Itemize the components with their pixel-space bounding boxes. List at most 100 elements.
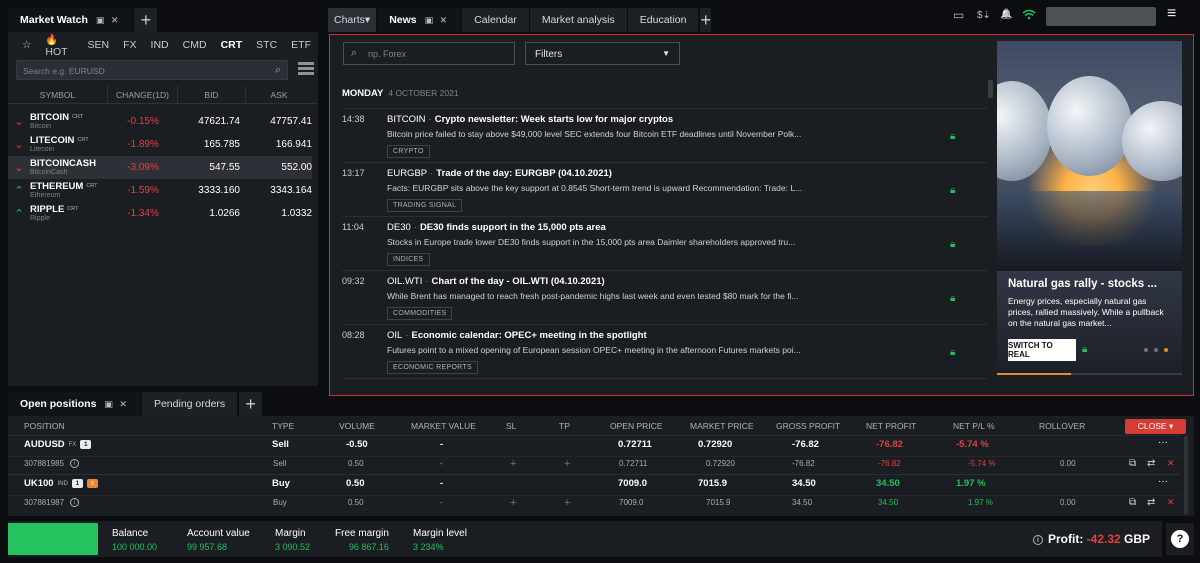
- account-selector[interactable]: [1046, 7, 1156, 26]
- col-header[interactable]: VOLUME: [339, 419, 375, 433]
- remove-cell[interactable]: ✕: [1167, 458, 1175, 469]
- favorites-star-icon[interactable]: ☆: [22, 39, 38, 51]
- swap-cell[interactable]: ⇄: [1147, 458, 1155, 469]
- col-header[interactable]: MARKET VALUE: [411, 419, 476, 433]
- tp-cell[interactable]: +: [564, 458, 570, 470]
- bell-icon[interactable]: 🔔: [1000, 9, 1012, 20]
- tab-positions-controls-icon[interactable]: ▣ ✕: [104, 399, 129, 410]
- col-header[interactable]: TP: [559, 419, 570, 433]
- info-icon[interactable]: i: [1033, 535, 1043, 545]
- news-tag[interactable]: TRADING SIGNAL: [387, 199, 463, 212]
- bid-price[interactable]: 3333.160: [178, 185, 246, 196]
- sl-cell[interactable]: +: [510, 497, 516, 509]
- news-tag[interactable]: COMMODITIES: [387, 307, 453, 320]
- market-row[interactable]: ⌃ RIPPLE CRT Ripple -1.34% 1.0266 1.0332: [8, 202, 312, 225]
- bid-price[interactable]: 547.55: [178, 162, 246, 173]
- category-etf[interactable]: ETF: [284, 39, 318, 51]
- category-stc[interactable]: STC: [249, 39, 284, 51]
- remove-cell[interactable]: ✕: [1167, 497, 1175, 508]
- col-change[interactable]: CHANGE(1D): [108, 86, 178, 103]
- category-cmd[interactable]: CMD: [176, 39, 214, 51]
- ask-price[interactable]: 47757.41: [246, 116, 312, 127]
- switch-to-real-button[interactable]: SWITCH TO REAL: [1008, 339, 1076, 361]
- news-tag[interactable]: ECONOMIC REPORTS: [387, 361, 478, 374]
- position-group-row[interactable]: AUDUSD FX 1: [24, 439, 92, 450]
- bid-price[interactable]: 47621.74: [178, 116, 246, 127]
- market-row[interactable]: ⌄ BITCOINCASH BitcoinCash -3.09% 547.55 552.0…: [8, 156, 312, 179]
- tab-controls-icon[interactable]: ▣ ✕: [96, 15, 121, 26]
- sl-cell[interactable]: +: [510, 458, 516, 470]
- help-button[interactable]: ?: [1166, 523, 1194, 555]
- menu-icon[interactable]: ≡: [1167, 5, 1176, 23]
- category-fx[interactable]: FX: [116, 39, 143, 51]
- symbol-search-input[interactable]: Search e.g. EURUSD ⌕: [16, 60, 288, 80]
- market-row[interactable]: ⌄ LITECOIN CRT Litecoin -1.89% 165.785 166.941: [8, 133, 312, 156]
- add-tp-icon[interactable]: +: [564, 497, 570, 509]
- news-search-input[interactable]: ⌕ np. Forex: [343, 42, 515, 65]
- more-options-icon[interactable]: ···: [1158, 437, 1168, 448]
- col-header[interactable]: OPEN PRICE: [610, 419, 662, 433]
- col-header[interactable]: POSITION: [24, 419, 65, 433]
- add-tp-icon[interactable]: +: [564, 458, 570, 470]
- category-sen[interactable]: SEN: [81, 39, 117, 51]
- category-crt[interactable]: CRT: [214, 39, 250, 51]
- market-row[interactable]: ⌃ ETHEREUM CRT Ethereum -1.59% 3333.160 3343.1…: [8, 179, 312, 202]
- ask-price[interactable]: 3343.164: [246, 185, 312, 196]
- tab-news-controls-icon[interactable]: ▣ ✕: [425, 15, 450, 26]
- news-item[interactable]: 14:38 BITCOIN · Crypto newsletter: Week sta…: [342, 110, 987, 164]
- add-tab-button[interactable]: +: [133, 8, 158, 32]
- col-bid[interactable]: BID: [178, 86, 246, 103]
- col-header[interactable]: MARKET PRICE: [690, 419, 754, 433]
- col-header[interactable]: NET PROFIT: [866, 419, 916, 433]
- tab-calendar[interactable]: Calendar: [462, 8, 530, 32]
- add-sl-icon[interactable]: +: [510, 497, 516, 509]
- col-header[interactable]: TYPE: [272, 419, 294, 433]
- tab-news[interactable]: News ▣ ✕: [377, 8, 463, 32]
- add-main-tab-button[interactable]: +: [699, 8, 711, 32]
- news-tag[interactable]: INDICES: [387, 253, 430, 266]
- close-position-icon[interactable]: ✕: [1167, 458, 1175, 469]
- promo-banner[interactable]: Natural gas rally - stocks ... Energy pr…: [997, 41, 1182, 375]
- col-header[interactable]: GROSS PROFIT: [776, 419, 840, 433]
- copy-cell[interactable]: ⧉: [1129, 458, 1136, 469]
- ask-price[interactable]: 1.0332: [246, 208, 312, 219]
- news-scrollbar[interactable]: [988, 80, 993, 98]
- news-item[interactable]: 08:28 OIL · Economic calendar: OPEC+ meetin…: [342, 326, 987, 380]
- monitor-icon[interactable]: ▭: [953, 8, 964, 22]
- more-cell[interactable]: ···: [1158, 437, 1168, 448]
- news-item[interactable]: 11:04 DE30 · DE30 finds support in the 15,0…: [342, 218, 987, 272]
- grid-view-icon[interactable]: [298, 62, 314, 76]
- position-group-row[interactable]: UK100 IND 1 ≡: [24, 478, 98, 489]
- tab-market-analysis[interactable]: Market analysis: [529, 8, 628, 32]
- ask-price[interactable]: 552.00: [246, 162, 312, 173]
- bid-price[interactable]: 1.0266: [178, 208, 246, 219]
- info-icon[interactable]: i: [70, 498, 80, 507]
- col-symbol[interactable]: SYMBOL: [8, 86, 108, 103]
- swap-icon[interactable]: ⇄: [1147, 458, 1155, 469]
- copy-icon[interactable]: ⧉: [1129, 458, 1136, 469]
- positions-scrollbar[interactable]: [1184, 436, 1188, 514]
- add-positions-tab-button[interactable]: +: [238, 392, 263, 416]
- info-icon[interactable]: i: [70, 459, 80, 468]
- filters-dropdown[interactable]: Filters ▼: [525, 42, 680, 65]
- category-hot[interactable]: 🔥HOT: [38, 33, 80, 58]
- more-cell[interactable]: ···: [1158, 476, 1168, 487]
- copy-cell[interactable]: ⧉: [1129, 497, 1136, 508]
- tab-pending-orders[interactable]: Pending orders: [141, 392, 239, 416]
- category-ind[interactable]: IND: [144, 39, 176, 51]
- position-detail-row[interactable]: 307881985 i: [24, 459, 80, 468]
- tab-market-watch[interactable]: Market Watch ▣ ✕: [8, 8, 134, 32]
- position-detail-row[interactable]: 307881987 i: [24, 498, 80, 507]
- bid-price[interactable]: 165.785: [178, 139, 246, 150]
- carousel-dots[interactable]: [1144, 348, 1168, 352]
- close-position-icon[interactable]: ✕: [1167, 497, 1175, 508]
- swap-icon[interactable]: ⇄: [1147, 497, 1155, 508]
- col-header[interactable]: NET P/L %: [953, 419, 995, 433]
- col-header[interactable]: ROLLOVER: [1039, 419, 1085, 433]
- switch-account-button[interactable]: [8, 523, 98, 555]
- col-ask[interactable]: ASK: [246, 86, 312, 103]
- tab-charts[interactable]: Charts▾: [328, 8, 378, 32]
- close-all-button[interactable]: CLOSE ▾: [1125, 419, 1186, 434]
- copy-icon[interactable]: ⧉: [1129, 497, 1136, 508]
- swap-cell[interactable]: ⇄: [1147, 497, 1155, 508]
